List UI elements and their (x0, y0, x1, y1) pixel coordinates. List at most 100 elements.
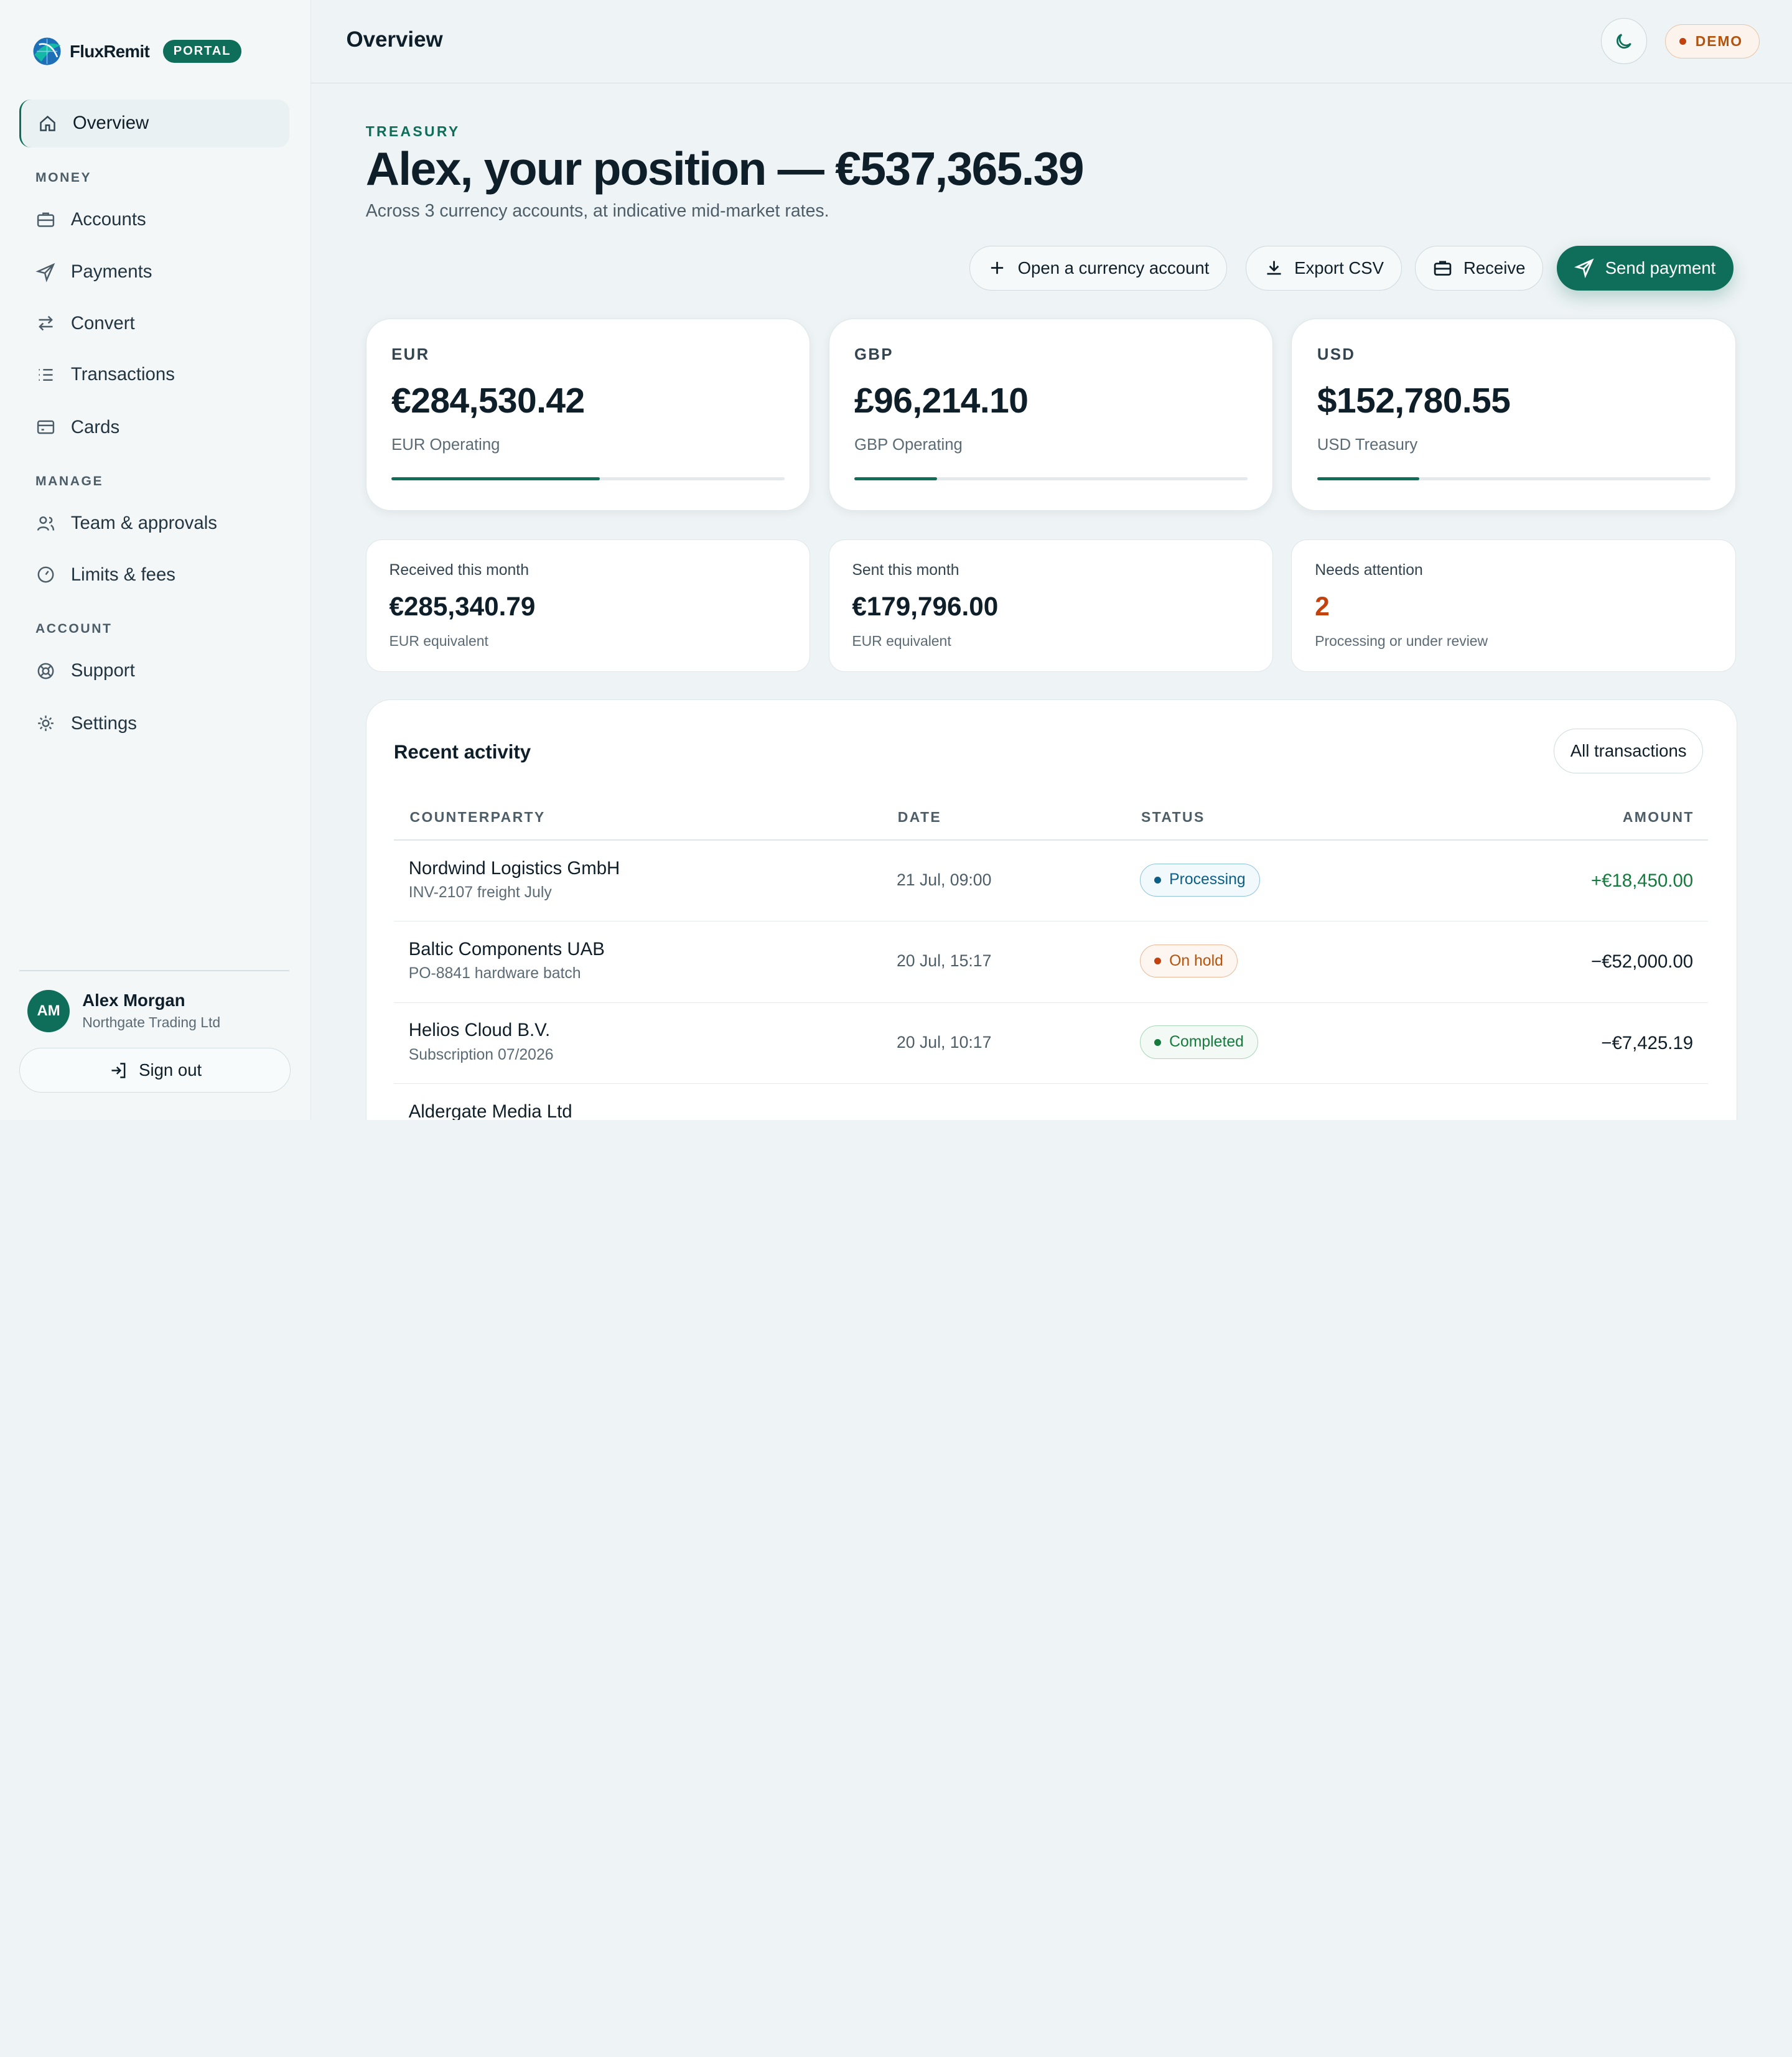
share-bar (854, 477, 1248, 481)
account-name: EUR Operating (391, 436, 500, 454)
open-account-label: Open a currency account (1017, 258, 1210, 278)
sidebar-item-cards[interactable]: Cards (19, 403, 289, 451)
section-label-money: MONEY (35, 170, 92, 185)
sign-out-label: Sign out (139, 1060, 202, 1080)
sidebar-item-convert[interactable]: Convert (19, 299, 289, 347)
balance-card-usd[interactable]: USD $152,780.55 USD Treasury (1291, 319, 1736, 511)
counterparty-name: Aldergate Media Ltd (408, 1101, 572, 1120)
receive-button[interactable]: Receive (1414, 245, 1544, 291)
lifebuoy-icon (35, 661, 56, 681)
fluxremit-logo-icon (33, 37, 61, 65)
balance-amount: €284,530.42 (391, 380, 585, 421)
sidebar-item-transactions[interactable]: Transactions (19, 351, 289, 399)
sidebar-item-label: Overview (72, 113, 149, 134)
balance-card-gbp[interactable]: GBP £96,214.10 GBP Operating (828, 319, 1274, 511)
send-icon (1574, 258, 1594, 279)
status-dot (1679, 37, 1687, 45)
sidebar-item-settings[interactable]: Settings (19, 699, 289, 747)
portal-badge: PORTAL (163, 39, 241, 63)
transaction-date: 21 Jul, 09:00 (896, 870, 992, 889)
sidebar-item-label: Team & approvals (70, 513, 217, 534)
brand[interactable]: FluxRemit PORTAL (30, 34, 241, 68)
payment-reference: Subscription 07/2026 (408, 1046, 554, 1063)
transaction-amount: −€7,425.19 (1601, 1032, 1694, 1053)
stat-card-sent: Sent this month €179,796.00 EUR equivale… (828, 539, 1274, 672)
status-badge: Completed (1140, 1025, 1258, 1059)
column-header-status[interactable]: STATUS (1141, 809, 1205, 826)
stat-card-received: Received this month €285,340.79 EUR equi… (365, 539, 811, 672)
currency-code: USD (1317, 345, 1356, 363)
export-csv-button[interactable]: Export CSV (1246, 245, 1402, 291)
sidebar-item-label: Cards (70, 416, 120, 437)
panel-title: Recent activity (393, 741, 531, 763)
gauge-icon (35, 564, 56, 585)
share-bar-fill (1317, 477, 1420, 481)
stat-value: €285,340.79 (389, 591, 536, 621)
send-icon (35, 262, 56, 282)
status-label: Processing (1169, 871, 1246, 889)
page-title: Overview (346, 27, 443, 52)
table-row[interactable]: Helios Cloud B.V. Subscription 07/2026 2… (393, 1003, 1709, 1084)
table-row[interactable]: Nordwind Logistics GmbH INV-2107 freight… (393, 841, 1709, 922)
counterparty-name: Nordwind Logistics GmbH (408, 857, 620, 879)
stat-card-needs-attention[interactable]: Needs attention 2 Processing or under re… (1291, 539, 1736, 672)
table-row[interactable]: Aldergate Media Ltd (394, 1084, 1708, 1120)
send-payment-button[interactable]: Send payment (1556, 245, 1734, 291)
account-name: USD Treasury (1317, 436, 1418, 454)
send-payment-label: Send payment (1605, 258, 1716, 278)
counterparty-name: Baltic Components UAB (408, 938, 605, 959)
counterparty-name: Helios Cloud B.V. (408, 1020, 551, 1041)
app-root: FluxRemit PORTAL Overview MONEY Accounts… (0, 0, 1792, 1120)
sidebar-item-payments[interactable]: Payments (19, 248, 289, 296)
currency-code: GBP (854, 345, 894, 363)
payment-reference: INV-2107 freight July (408, 884, 552, 901)
sidebar-item-limits-fees[interactable]: Limits & fees (19, 551, 289, 599)
stat-value: €179,796.00 (852, 591, 999, 621)
column-header-date[interactable]: DATE (898, 809, 941, 826)
sidebar-item-label: Convert (70, 312, 135, 334)
hero-eyebrow: TREASURY (365, 123, 460, 140)
table-row[interactable]: Baltic Components UAB PO-8841 hardware b… (393, 921, 1709, 1003)
swap-icon (35, 313, 56, 334)
share-bar (1317, 477, 1710, 481)
sidebar-item-accounts[interactable]: Accounts (19, 195, 289, 243)
demo-label: DEMO (1695, 32, 1743, 49)
balance-amount: $152,780.55 (1317, 380, 1511, 421)
export-csv-label: Export CSV (1294, 258, 1384, 278)
all-transactions-button[interactable]: All transactions (1554, 728, 1704, 773)
status-label: Completed (1169, 1033, 1244, 1051)
sidebar-item-support[interactable]: Support (19, 647, 289, 695)
sidebar-item-label: Accounts (70, 208, 146, 230)
stat-label: Needs attention (1315, 561, 1423, 579)
sidebar-item-team-approvals[interactable]: Team & approvals (19, 500, 289, 548)
sign-out-button[interactable]: Sign out (19, 1048, 291, 1093)
theme-toggle-button[interactable] (1601, 18, 1647, 64)
balance-card-eur[interactable]: EUR €284,530.42 EUR Operating (365, 319, 811, 511)
account-name: GBP Operating (854, 436, 963, 454)
demo-badge: DEMO (1665, 24, 1760, 58)
users-icon (35, 513, 56, 534)
sidebar-item-label: Support (70, 660, 135, 681)
recent-activity-panel: Recent activity All transactions COUNTER… (365, 699, 1737, 1120)
stat-note: Processing or under review (1315, 632, 1488, 649)
column-header-amount[interactable]: AMOUNT (1623, 809, 1694, 826)
stat-label: Sent this month (852, 561, 959, 579)
user-profile[interactable]: AM Alex Morgan Northgate Trading Ltd (27, 989, 220, 1032)
plus-icon (991, 262, 1004, 274)
sidebar-item-label: Payments (70, 261, 152, 282)
status-dot (1154, 958, 1162, 965)
brand-name: FluxRemit (70, 41, 150, 61)
status-badge: Processing (1140, 863, 1260, 897)
avatar: AM (27, 989, 70, 1032)
sidebar-item-overview[interactable]: Overview (19, 99, 289, 147)
payment-reference: PO-8841 hardware batch (408, 965, 581, 982)
transaction-date: 20 Jul, 15:17 (896, 951, 992, 971)
section-label-account: ACCOUNT (35, 622, 113, 637)
column-header-counterparty[interactable]: COUNTERPARTY (410, 809, 546, 826)
receive-label: Receive (1463, 258, 1526, 278)
briefcase-icon (1434, 261, 1452, 276)
open-currency-account-button[interactable]: Open a currency account (969, 245, 1227, 291)
status-label: On hold (1169, 952, 1223, 969)
balance-amount: £96,214.10 (854, 380, 1029, 421)
status-dot (1154, 876, 1162, 884)
